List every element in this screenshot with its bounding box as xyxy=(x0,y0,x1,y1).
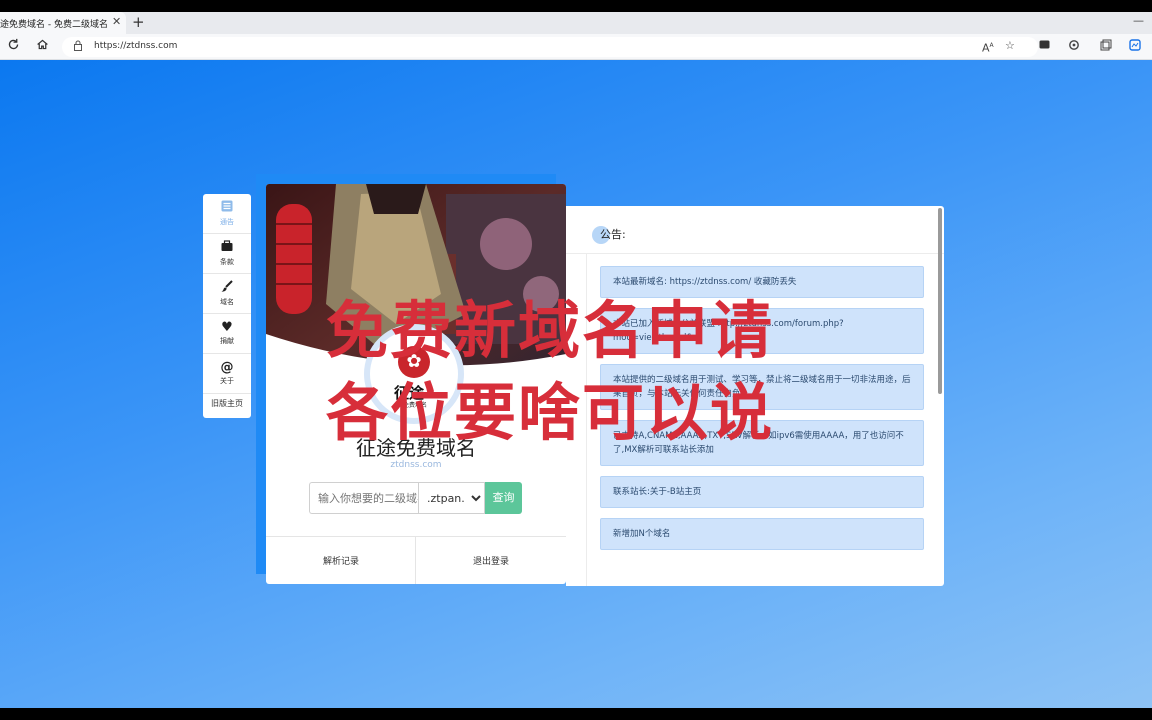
old-home-link[interactable]: 旧版主页 xyxy=(203,398,251,409)
brush-icon xyxy=(203,280,251,297)
scrollbar[interactable] xyxy=(938,208,942,394)
divider xyxy=(266,536,566,537)
browser-tab[interactable]: 途免费域名 - 免费二级域名 ✕ xyxy=(0,12,126,34)
nav-label: 条款 xyxy=(220,258,234,266)
heart-icon: ♥ xyxy=(221,320,233,335)
edge-icon[interactable] xyxy=(1129,39,1141,55)
dns-records-link[interactable]: 解析记录 xyxy=(266,554,416,567)
overlay-caption-line2: 各位要啥可以说 xyxy=(326,376,775,449)
side-navigation: 通告 条款 域名 ♥ 捐献 @ 关于 旧版主页 xyxy=(203,194,251,418)
briefcase-icon xyxy=(203,240,251,257)
nav-label: 通告 xyxy=(220,218,234,226)
close-tab-icon[interactable]: ✕ xyxy=(112,15,121,28)
overlay-caption-line1: 免费新域名申请 xyxy=(326,294,775,367)
notice-item: 联系站长:关于-B站主页 xyxy=(600,476,924,508)
nav-item-about[interactable]: @ 关于 xyxy=(203,354,251,394)
url-text: https://ztdnss.com xyxy=(94,41,178,51)
at-icon: @ xyxy=(220,360,234,375)
home-icon[interactable] xyxy=(36,38,49,56)
lock-icon[interactable] xyxy=(73,40,83,54)
page-background: 通告 条款 域名 ♥ 捐献 @ 关于 旧版主页 ✿ 征途 免费域名 征途免费域名… xyxy=(0,60,1152,708)
extension-icon[interactable] xyxy=(1039,39,1050,54)
tab-title: 途免费域名 - 免费二级域名 xyxy=(0,20,108,30)
query-button[interactable]: 查询 xyxy=(485,482,522,514)
notice-item: 新增加N个域名 xyxy=(600,518,924,550)
nav-item-domain[interactable]: 域名 xyxy=(203,274,251,314)
nav-label: 捐献 xyxy=(220,337,234,345)
notice-title: 公告: xyxy=(600,228,626,241)
refresh-icon[interactable] xyxy=(7,38,20,56)
settings-icon[interactable] xyxy=(1068,39,1080,55)
domain-suffix-select[interactable]: .ztpan.top xyxy=(418,482,485,514)
collections-icon[interactable] xyxy=(1100,39,1112,55)
nav-label: 域名 xyxy=(220,298,234,306)
site-domain: ztdnss.com xyxy=(390,460,442,470)
nav-item-donate[interactable]: ♥ 捐献 xyxy=(203,314,251,354)
nav-label: 关于 xyxy=(220,377,234,385)
read-aloud-icon[interactable]: AA xyxy=(982,39,994,56)
notice-header: 公告: xyxy=(566,206,944,254)
nav-item-terms[interactable]: 条款 xyxy=(203,234,251,274)
url-field[interactable]: https://ztdnss.com xyxy=(62,37,1038,57)
nav-item-notice[interactable]: 通告 xyxy=(203,194,251,234)
new-tab-icon[interactable]: + xyxy=(132,13,145,31)
address-bar: https://ztdnss.com AA ☆ xyxy=(0,34,1152,60)
tab-bar: 途免费域名 - 免费二级域名 ✕ + — xyxy=(0,12,1152,34)
minimize-icon[interactable]: — xyxy=(1133,14,1144,27)
list-icon xyxy=(203,200,251,217)
logout-link[interactable]: 退出登录 xyxy=(416,554,566,567)
browser-window: 途免费域名 - 免费二级域名 ✕ + — https://ztdnss.com … xyxy=(0,12,1152,708)
subdomain-input[interactable] xyxy=(309,482,418,514)
favorite-icon[interactable]: ☆ xyxy=(1005,39,1015,53)
